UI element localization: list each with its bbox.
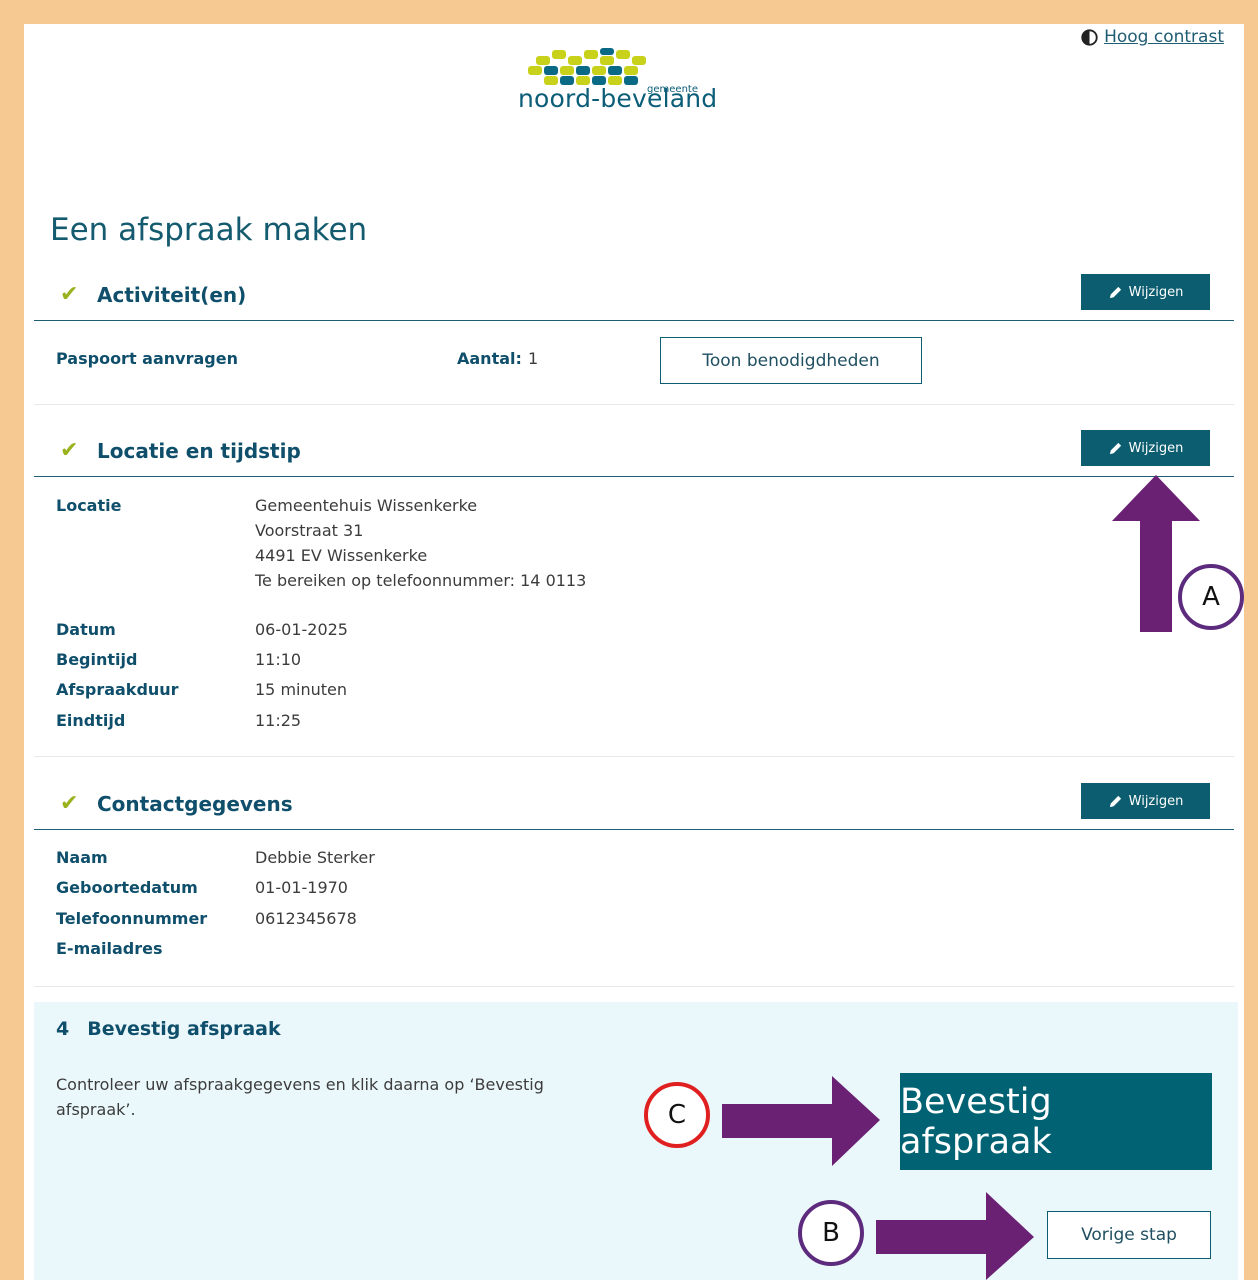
count-label: Aantal:: [457, 349, 522, 368]
contact-title: Contactgegevens: [97, 792, 293, 816]
show-requirements-button[interactable]: Toon benodigdheden: [660, 337, 922, 384]
location-title: Locatie en tijdstip: [97, 439, 301, 463]
duration-label: Afspraakduur: [56, 680, 179, 699]
date-value: 06-01-2025: [255, 620, 348, 639]
duration-value: 15 minuten: [255, 680, 348, 699]
confirm-heading: 4 Bevestig afspraak: [56, 1018, 281, 1040]
divider: [34, 404, 1234, 405]
annotation-c: C: [644, 1082, 710, 1148]
confirm-description: Controleer uw afspraakgegevens en klik d…: [56, 1075, 544, 1119]
divider: [34, 756, 1234, 757]
logo-wordmark: noord-beveland: [518, 84, 718, 113]
annotation-b: B: [798, 1200, 864, 1266]
check-icon: ✔: [60, 791, 79, 816]
birthdate-value: 01-01-1970: [255, 878, 348, 897]
edit-location-label: Wijzigen: [1128, 440, 1184, 456]
edit-contact-label: Wijzigen: [1128, 793, 1184, 809]
phone-value: 0612345678: [255, 909, 357, 928]
logo[interactable]: gemeente noord-beveland: [518, 48, 750, 120]
high-contrast-label: Hoog contrast: [1104, 27, 1224, 47]
name-label: Naam: [56, 848, 108, 867]
pencil-icon: [1109, 286, 1121, 298]
location-line-3: 4491 EV Wissenkerke: [255, 546, 428, 565]
edit-location-button[interactable]: Wijzigen: [1081, 430, 1210, 466]
step-number: 4: [56, 1018, 70, 1040]
confirm-title: Bevestig afspraak: [87, 1018, 281, 1040]
start-time-value: 11:10: [255, 650, 302, 669]
edit-activities-label: Wijzigen: [1128, 284, 1184, 300]
page-title: Een afspraak maken: [50, 212, 368, 248]
activities-title: Activiteit(en): [97, 283, 247, 307]
page: Hoog contrast gemeente noord-beveland Ee…: [24, 24, 1244, 1280]
email-label: E-mailadres: [56, 939, 163, 958]
confirm-appointment-button[interactable]: Bevestig afspraak: [900, 1073, 1212, 1170]
activities-section-header: ✔ Activiteit(en) Wijzigen: [34, 274, 1234, 321]
check-icon: ✔: [60, 282, 79, 307]
edit-activities-button[interactable]: Wijzigen: [1081, 274, 1210, 310]
contrast-icon: [1081, 28, 1098, 46]
end-time-label: Eindtijd: [56, 711, 126, 730]
pencil-icon: [1109, 795, 1121, 807]
end-time-value: 11:25: [255, 711, 302, 730]
location-line-4: Te bereiken op telefoonnummer: 14 0113: [255, 571, 587, 590]
name-value: Debbie Sterker: [255, 848, 375, 867]
location-label: Locatie: [56, 496, 122, 515]
edit-contact-button[interactable]: Wijzigen: [1081, 783, 1210, 819]
high-contrast-link[interactable]: Hoog contrast: [1081, 27, 1224, 47]
location-section-header: ✔ Locatie en tijdstip Wijzigen: [34, 430, 1234, 477]
location-line-1: Gemeentehuis Wissenkerke: [255, 496, 478, 515]
annotation-a: A: [1178, 564, 1244, 630]
birthdate-label: Geboortedatum: [56, 878, 198, 897]
pencil-icon: [1109, 442, 1121, 454]
activity-name: Paspoort aanvragen: [56, 349, 238, 368]
previous-step-button[interactable]: Vorige stap: [1047, 1211, 1211, 1259]
contact-section-header: ✔ Contactgegevens Wijzigen: [34, 783, 1234, 830]
check-icon: ✔: [60, 438, 79, 463]
location-line-2: Voorstraat 31: [255, 521, 364, 540]
date-label: Datum: [56, 620, 116, 639]
divider: [34, 986, 1234, 987]
count-value: 1: [528, 349, 539, 368]
start-time-label: Begintijd: [56, 650, 138, 669]
phone-label: Telefoonnummer: [56, 909, 208, 928]
